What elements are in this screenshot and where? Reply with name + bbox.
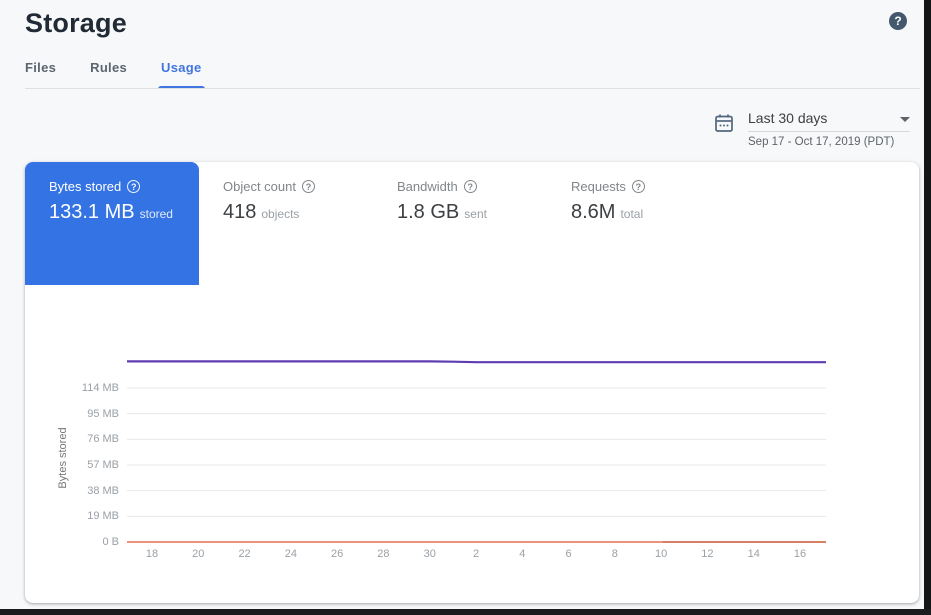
screen-edge-bottom [0,609,931,615]
metric-label: Object count ? [223,179,373,194]
tab-usage[interactable]: Usage [161,60,202,89]
x-tick-label: 14 [734,548,774,560]
metric-cards: Bytes stored ? 133.1 MB stored Object cou… [25,162,721,285]
x-tick-label: 22 [225,548,265,560]
page-title: Storage [25,8,127,39]
metric-help-icon[interactable]: ? [632,180,645,193]
x-tick-label: 6 [549,548,589,560]
metric-value: 133.1 MB [49,201,135,223]
metric-unit: total [620,207,643,221]
x-tick-label: 18 [132,548,172,560]
x-tick-label: 30 [410,548,450,560]
x-tick-label: 10 [641,548,681,560]
x-tick-label: 26 [317,548,357,560]
x-tick-label: 16 [780,548,820,560]
x-tick-label: 2 [456,548,496,560]
y-tick-label: 95 MB [25,408,119,420]
metric-help-icon[interactable]: ? [302,180,315,193]
chart-plot-area [127,340,826,546]
x-tick-label: 12 [687,548,727,560]
tab-divider [25,88,920,89]
date-range-label: Last 30 days [748,110,827,126]
metric-help-icon[interactable]: ? [127,180,140,193]
metric-help-icon[interactable]: ? [464,180,477,193]
metric-value: 1.8 GB [397,201,459,223]
metric-card-bytes-stored[interactable]: Bytes stored ? 133.1 MB stored [25,162,199,285]
y-tick-label: 57 MB [25,459,119,471]
calendar-icon [714,113,734,133]
metric-unit: sent [464,207,487,221]
tab-usage-label: Usage [161,60,202,75]
y-tick-label: 76 MB [25,433,119,445]
tab-files[interactable]: Files [25,60,56,89]
metric-unit: objects [261,207,299,221]
metric-unit: stored [140,207,173,221]
x-tick-label: 8 [595,548,635,560]
metric-value: 8.6M [571,201,615,223]
metric-card-object-count[interactable]: Object count ? 418 objects [199,162,373,285]
x-tick-label: 24 [271,548,311,560]
screen-edge-right [924,0,931,615]
metric-card-bandwidth[interactable]: Bandwidth ? 1.8 GB sent [373,162,547,285]
metric-label: Bandwidth ? [397,179,547,194]
y-tick-label: 0 B [25,536,119,548]
y-tick-label: 114 MB [25,382,119,394]
x-tick-label: 20 [178,548,218,560]
metric-label: Bytes stored ? [49,179,199,194]
dropdown-caret-icon [900,117,910,122]
x-tick-label: 28 [363,548,403,560]
y-tick-label: 19 MB [25,510,119,522]
tab-rules[interactable]: Rules [90,60,127,89]
y-tick-label: 38 MB [25,485,119,497]
help-icon[interactable]: ? [889,12,907,30]
x-tick-label: 4 [502,548,542,560]
metric-label: Requests ? [571,179,721,194]
date-range-detail: Sep 17 - Oct 17, 2019 (PDT) [748,136,910,148]
tab-bar: Files Rules Usage [25,60,202,89]
metric-card-requests[interactable]: Requests ? 8.6M total [547,162,721,285]
bytes-stored-chart: Bytes stored 0 B19 MB38 MB57 MB76 MB95 M… [25,340,919,580]
date-range-picker[interactable]: Last 30 days Sep 17 - Oct 17, 2019 (PDT) [714,110,910,148]
metric-value: 418 [223,201,256,223]
usage-panel: Bytes stored ? 133.1 MB stored Object cou… [25,162,919,603]
